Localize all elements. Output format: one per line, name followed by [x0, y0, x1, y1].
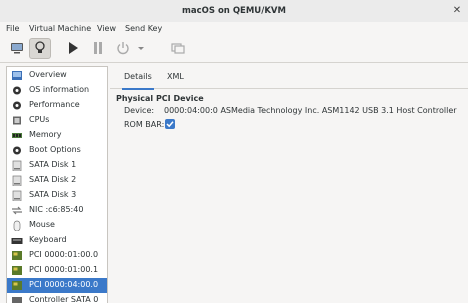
network-icon [11, 205, 23, 216]
pause-icon [94, 42, 102, 54]
sidebar-item-label: Keyboard [29, 235, 67, 244]
sidebar-item[interactable]: Overview [7, 68, 107, 83]
menu-view[interactable]: View [97, 24, 116, 33]
sidebar-item-label: Boot Options [29, 145, 81, 154]
disk-icon [11, 175, 23, 187]
power-icon [117, 42, 129, 55]
title-bar: macOS on QEMU/KVM ✕ [0, 0, 468, 23]
sidebar-item-label: PCI 0000:04:00.0 [29, 280, 99, 289]
rombar-label: ROM BAR: [124, 120, 165, 129]
tab-bar: Details XML [110, 68, 468, 90]
shutdown-menu-button[interactable] [134, 38, 148, 59]
sidebar-item[interactable]: SATA Disk 2 [7, 173, 107, 188]
toolbar [0, 36, 468, 63]
menu-bar: File Virtual Machine View Send Key [0, 22, 468, 36]
keyboard-icon [11, 235, 23, 246]
chevron-down-icon [138, 47, 144, 50]
overview-icon [11, 70, 23, 81]
snapshots-button[interactable] [167, 38, 189, 59]
sidebar-item-label: OS information [29, 85, 90, 94]
sidebar-item[interactable]: PCI 0000:01:00.0 [7, 248, 107, 263]
memory-icon [11, 130, 23, 141]
pci-icon [11, 250, 23, 261]
sidebar-item-label: NIC :c6:85:40 [29, 205, 84, 214]
hardware-list: Overview OS information Performance CPUs Mem… [6, 66, 108, 303]
details-button[interactable] [29, 38, 51, 59]
monitor-icon [11, 43, 23, 54]
lightbulb-icon [35, 41, 45, 53]
mouse-icon [11, 220, 23, 232]
console-button[interactable] [6, 38, 28, 59]
menu-virtual-machine[interactable]: Virtual Machine [29, 24, 91, 33]
window-title: macOS on QEMU/KVM [182, 6, 286, 16]
run-button[interactable] [62, 38, 84, 59]
sidebar-item[interactable]: Performance [7, 98, 107, 113]
sidebar-item[interactable]: PCI 0000:01:00.1 [7, 263, 107, 278]
details-pane: Details XML Physical PCI Device Device: … [110, 66, 468, 302]
device-label: Device: [124, 106, 155, 115]
sidebar-item[interactable]: Mouse [7, 218, 107, 233]
gear-icon [11, 85, 23, 96]
sidebar-item[interactable]: Keyboard [7, 233, 107, 248]
pci-icon [11, 280, 23, 291]
snapshot-icon [171, 43, 185, 54]
sidebar-item[interactable]: SATA Disk 3 [7, 188, 107, 203]
rombar-checkbox[interactable] [165, 119, 175, 129]
sidebar-item-label: Overview [29, 70, 67, 79]
tab-xml[interactable]: XML [167, 72, 184, 88]
device-value: 0000:04:00:0 ASMedia Technology Inc. ASM… [164, 106, 457, 115]
menu-send-key[interactable]: Send Key [125, 24, 162, 33]
sidebar-item[interactable]: Memory [7, 128, 107, 143]
gear-icon [11, 145, 23, 156]
gear-icon [11, 100, 23, 111]
pci-icon [11, 265, 23, 276]
sidebar-item-label: PCI 0000:01:00.0 [29, 250, 99, 259]
sidebar-item[interactable]: Boot Options [7, 143, 107, 158]
sidebar-item[interactable]: NIC :c6:85:40 [7, 203, 107, 218]
section-title: Physical PCI Device [116, 94, 204, 103]
sidebar-item[interactable]: OS information [7, 83, 107, 98]
sidebar-item-label: SATA Disk 2 [29, 175, 77, 184]
menu-file[interactable]: File [6, 24, 19, 33]
sidebar-item-label: Performance [29, 100, 80, 109]
checkmark-icon [166, 121, 174, 128]
disk-icon [11, 190, 23, 202]
sidebar-item-label: CPUs [29, 115, 50, 124]
tab-details[interactable]: Details [122, 72, 154, 90]
disk-icon [11, 160, 23, 172]
sidebar-item-label: PCI 0000:01:00.1 [29, 265, 99, 274]
play-icon [69, 42, 78, 54]
sidebar-item-label: SATA Disk 3 [29, 190, 77, 199]
cpu-icon [11, 115, 23, 126]
sidebar-item-label: Memory [29, 130, 62, 139]
sidebar-item[interactable]: SATA Disk 1 [7, 158, 107, 173]
pause-button[interactable] [87, 38, 109, 59]
sidebar-item[interactable]: CPUs [7, 113, 107, 128]
close-icon[interactable]: ✕ [450, 4, 464, 18]
sidebar-item-label: SATA Disk 1 [29, 160, 77, 169]
sidebar-item[interactable]: PCI 0000:04:00.0 [7, 278, 107, 293]
shutdown-button[interactable] [112, 38, 134, 59]
sidebar-item-label: Mouse [29, 220, 55, 229]
